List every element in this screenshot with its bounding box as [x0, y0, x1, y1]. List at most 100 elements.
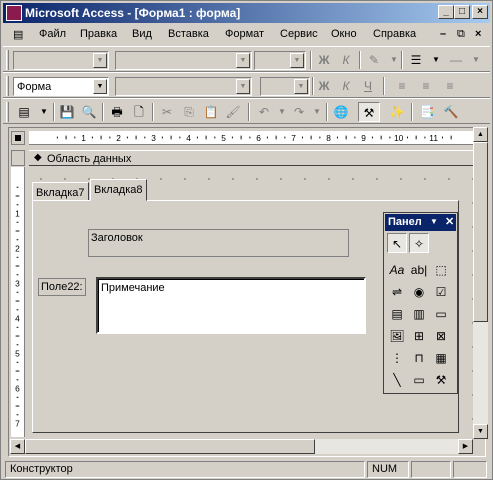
- line-tool-icon[interactable]: ╲: [387, 370, 407, 390]
- object-combo[interactable]: Форма ▼: [13, 77, 109, 96]
- mdi-close-button[interactable]: ×: [475, 28, 481, 40]
- dropdown-arrow-icon[interactable]: ▼: [33, 102, 55, 122]
- toolbar-grip[interactable]: [6, 102, 9, 122]
- vertical-ruler[interactable]: 1 2 3 4 5 6 7: [11, 167, 25, 437]
- close-button[interactable]: ×: [472, 5, 488, 19]
- chevron-down-icon[interactable]: ▼: [430, 217, 438, 226]
- menu-format[interactable]: Формат: [225, 28, 264, 40]
- line-width-icon[interactable]: —: [445, 50, 467, 70]
- menu-tools[interactable]: Сервис: [280, 28, 318, 40]
- scroll-right-icon[interactable]: ▶: [458, 439, 473, 454]
- access-app-icon[interactable]: [6, 5, 22, 21]
- form-doc-icon[interactable]: ▤: [13, 28, 23, 41]
- more-controls-icon[interactable]: ⚒: [431, 370, 451, 390]
- toggle-button-icon[interactable]: ⇌: [387, 282, 407, 302]
- horizontal-scrollbar[interactable]: ◀ ▶: [10, 439, 473, 454]
- print-preview-icon[interactable]: 🗋: [128, 102, 150, 122]
- properties-icon[interactable]: 📑: [416, 102, 438, 122]
- print-icon[interactable]: 🖶: [106, 102, 128, 122]
- unbound-object-icon[interactable]: ⊞: [409, 326, 429, 346]
- dropdown-arrow-icon[interactable]: ▼: [465, 50, 487, 70]
- toolbox-title-bar[interactable]: Панел ▼ ✕: [385, 214, 456, 231]
- field-combo-disabled[interactable]: ▼: [115, 51, 252, 70]
- toolbar-grip[interactable]: [6, 76, 9, 96]
- font-combo-disabled[interactable]: ▼: [13, 51, 109, 70]
- scroll-left-icon[interactable]: ◀: [10, 439, 25, 454]
- align-center-icon[interactable]: ≡: [415, 76, 437, 96]
- mdi-restore-button[interactable]: ⧉: [457, 28, 465, 41]
- ruler-label: 11: [429, 133, 438, 143]
- horizontal-scroll-thumb[interactable]: [25, 439, 315, 454]
- menu-edit[interactable]: Правка: [80, 28, 117, 40]
- menu-window[interactable]: Окно: [331, 28, 357, 40]
- textbox-tool-icon[interactable]: ab|: [409, 260, 429, 280]
- subform-icon[interactable]: ▦: [431, 348, 451, 368]
- option-group-icon[interactable]: ⬚: [431, 260, 451, 280]
- memo-field[interactable]: Примечание: [96, 277, 366, 334]
- build-icon[interactable]: 🔨: [440, 102, 462, 122]
- command-button-icon[interactable]: ▭: [431, 304, 451, 324]
- minimize-button[interactable]: _: [438, 5, 454, 19]
- tab-page-7[interactable]: Вкладка7: [32, 182, 89, 202]
- font-name-combo-disabled[interactable]: ▼: [115, 77, 252, 96]
- option-button-icon[interactable]: ◉: [409, 282, 429, 302]
- file-search-icon[interactable]: 🔍: [78, 102, 100, 122]
- close-icon[interactable]: ✕: [445, 215, 454, 228]
- view-icon[interactable]: ▤: [13, 102, 35, 122]
- listbox-tool-icon[interactable]: ▥: [409, 304, 429, 324]
- checkbox-tool-icon[interactable]: ☑: [431, 282, 451, 302]
- italic-button[interactable]: К: [335, 50, 357, 70]
- ruler-label: 2: [116, 133, 121, 143]
- hyperlink-icon[interactable]: 🌐: [330, 102, 352, 122]
- dropdown-arrow-icon[interactable]: ▼: [425, 50, 447, 70]
- section-selector[interactable]: [11, 150, 25, 166]
- control-wizards-icon[interactable]: ✧: [409, 233, 429, 253]
- horizontal-ruler[interactable]: 1 2 3 4 5 6 7 8 9 10 11: [29, 131, 473, 145]
- page-break-icon[interactable]: ⋮: [387, 348, 407, 368]
- align-right-icon[interactable]: ≡: [439, 76, 461, 96]
- field-label[interactable]: Поле22:: [38, 278, 86, 296]
- rectangle-tool-icon[interactable]: ▭: [409, 370, 429, 390]
- bold-button[interactable]: Ж: [313, 50, 335, 70]
- size-combo-disabled[interactable]: ▼: [254, 51, 306, 70]
- form-selector[interactable]: [11, 131, 25, 145]
- align-left-icon[interactable]: ≡: [391, 76, 413, 96]
- mdi-minimize-button[interactable]: –: [440, 28, 446, 40]
- menu-view[interactable]: Вид: [132, 28, 152, 40]
- menu-help[interactable]: Справка: [373, 28, 416, 40]
- dropdown-arrow-icon[interactable]: ▼: [306, 102, 328, 122]
- save-icon[interactable]: 💾: [56, 102, 78, 122]
- maximize-button[interactable]: □: [454, 5, 470, 19]
- tab-control-icon[interactable]: ⊓: [409, 348, 429, 368]
- underline-button[interactable]: Ч: [357, 76, 379, 96]
- vertical-scroll-thumb[interactable]: [473, 142, 488, 322]
- vertical-scrollbar[interactable]: ▲ ▼: [473, 127, 488, 439]
- header-label[interactable]: Заголовок: [88, 229, 349, 257]
- cut-icon[interactable]: ✂: [156, 102, 178, 122]
- scroll-up-icon[interactable]: ▲: [473, 127, 488, 142]
- toolbar-separator: [152, 103, 154, 121]
- scroll-down-icon[interactable]: ▼: [473, 424, 488, 439]
- menu-insert[interactable]: Вставка: [168, 28, 209, 40]
- toolbar-grip[interactable]: [6, 50, 9, 70]
- select-objects-icon[interactable]: ↖: [387, 233, 407, 253]
- menu-file[interactable]: Файл: [39, 28, 66, 40]
- toolbox-toggle-icon[interactable]: ⚒: [358, 102, 380, 122]
- tab-page-8[interactable]: Вкладка8: [90, 179, 147, 201]
- title-bar: Microsoft Access - [Форма1 : форма] _ □ …: [3, 3, 490, 23]
- detail-section-bar[interactable]: ◆ Область данных: [29, 150, 473, 166]
- format-painter-icon[interactable]: 🖌: [222, 102, 244, 122]
- copy-icon[interactable]: ⎘: [178, 102, 200, 122]
- gridlines-icon[interactable]: ☰: [405, 50, 427, 70]
- status-num: NUM: [367, 461, 409, 478]
- bold-button[interactable]: Ж: [313, 76, 335, 96]
- italic-button[interactable]: К: [335, 76, 357, 96]
- fill-color-icon[interactable]: ✎: [363, 50, 385, 70]
- autoformat-icon[interactable]: ✨: [386, 102, 408, 122]
- bound-object-icon[interactable]: ⊠: [431, 326, 451, 346]
- font-size-combo-disabled[interactable]: ▼: [260, 77, 310, 96]
- image-tool-icon[interactable]: 🖼: [387, 326, 407, 346]
- paste-icon[interactable]: 📋: [200, 102, 222, 122]
- label-tool-icon[interactable]: Aa: [387, 260, 407, 280]
- combobox-tool-icon[interactable]: ▤: [387, 304, 407, 324]
